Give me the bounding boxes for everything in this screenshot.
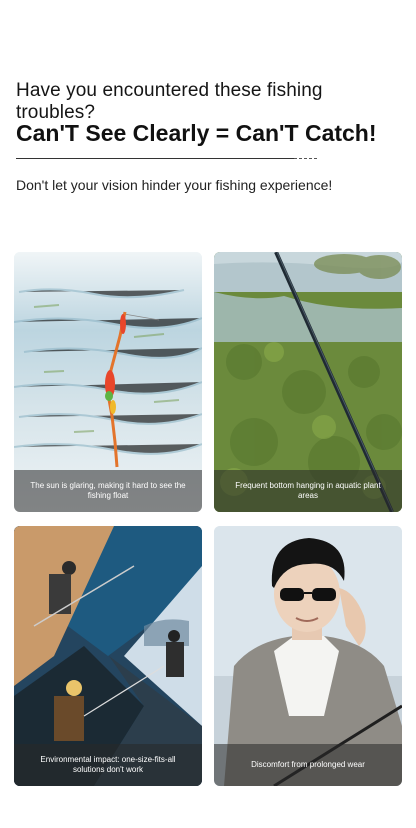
card-sun-glare: The sun is glaring, making it hard to se… (14, 252, 202, 512)
subtext: Don't let your vision hinder your fishin… (16, 177, 333, 193)
card-bottom-hanging: Frequent bottom hanging in aquatic plant… (214, 252, 402, 512)
card-environmental-impact: Environmental impact: one-size-fits-all … (14, 526, 202, 786)
card-prolonged-wear: Discomfort from prolonged wear (214, 526, 402, 786)
divider-line (16, 158, 294, 159)
divider-dots (294, 156, 318, 160)
headline: Can'T See Clearly = Can'T Catch! (16, 120, 377, 146)
card-caption: Frequent bottom hanging in aquatic plant… (214, 470, 402, 512)
card-caption: The sun is glaring, making it hard to se… (14, 470, 202, 512)
card-caption: Environmental impact: one-size-fits-all … (14, 744, 202, 786)
card-caption: Discomfort from prolonged wear (214, 744, 402, 786)
intro-question: Have you encountered these fishing troub… (16, 80, 323, 123)
